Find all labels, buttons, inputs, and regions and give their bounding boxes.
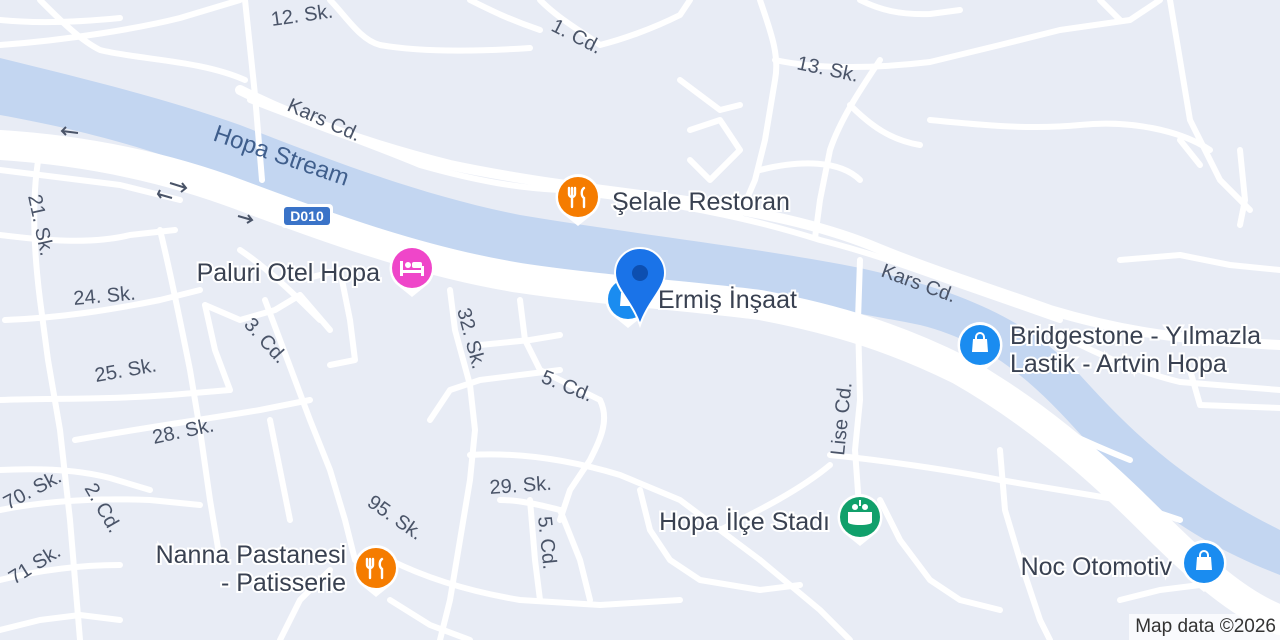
road-label-29-sk: 29. Sk. <box>489 473 553 499</box>
poi-nanna-label-line2: - Patisserie <box>221 569 346 597</box>
poi-nanna-label-line1: Nanna Pastanesi <box>156 541 346 569</box>
map-attribution: Map data ©2026 <box>1129 614 1280 640</box>
poi-hopa-ilce-stadi-label: Hopa İlçe Stadı <box>659 507 830 536</box>
poi-paluri-otel-label: Paluri Otel Hopa <box>197 259 381 287</box>
map-canvas[interactable]: Hopa Stream D010 12. Sk. 1. Cd. 13. Sk. … <box>0 0 1280 640</box>
poi-noc-otomotiv-label: Noc Otomotiv <box>1021 553 1173 581</box>
pin-center-dot <box>632 265 648 281</box>
poi-ermis-insaat-label: Ermiş İnşaat <box>658 285 797 314</box>
poi-bridgestone-label-line2: Lastik - Artvin Hopa <box>1010 350 1227 378</box>
highway-shield-text: D010 <box>290 208 324 224</box>
poi-bridgestone-label-line1: Bridgestone - Yılmazla <box>1010 322 1261 350</box>
poi-selale-restoran-label: Şelale Restoran <box>612 188 790 216</box>
highway-shield: D010 <box>281 204 333 228</box>
